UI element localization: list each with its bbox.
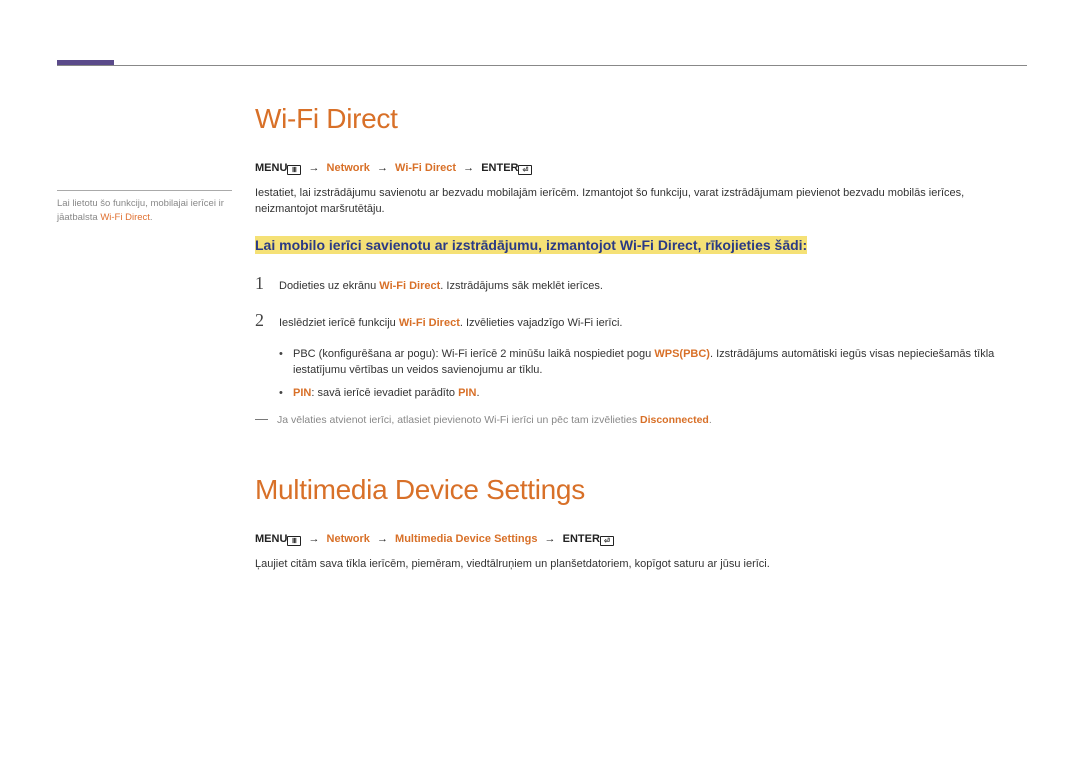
bullet-item-pin: • PIN: savā ierīcē ievadiet parādīto PIN… [279, 385, 1025, 402]
arrow-icon: → [377, 533, 388, 545]
step2-pre: Ieslēdziet ierīcē funkciju [279, 317, 399, 329]
bullet-pbc-text: PBC (konfigurēšana ar pogu): Wi-Fi ierīc… [293, 346, 1025, 379]
nav-path-wifi: MENUⅢ → Network → Wi-Fi Direct → ENTER⏎ [255, 160, 1025, 177]
step2-post: . Izvēlieties vajadzīgo Wi-Fi ierīci. [460, 317, 623, 329]
arrow-icon: → [308, 533, 319, 545]
step-number-1: 1 [255, 270, 279, 297]
bullet-pin-text: PIN: savā ierīcē ievadiet parādīto PIN. [293, 385, 480, 402]
main-content: Wi-Fi Direct MENUⅢ → Network → Wi-Fi Dir… [255, 98, 1025, 588]
footnote: ― Ja vēlaties atvienot ierīci, atlasiet … [255, 409, 1025, 429]
numbered-list: 1 Dodieties uz ekrānu Wi-Fi Direct. Izst… [255, 270, 1025, 334]
page-top-divider [57, 65, 1027, 66]
bullet2-mid: : savā ierīcē ievadiet parādīto [311, 387, 458, 399]
step2-accent: Wi-Fi Direct [399, 317, 460, 329]
nav-wifi-direct: Wi-Fi Direct [395, 162, 456, 174]
enter-icon: ⏎ [600, 536, 614, 546]
menu-icon: Ⅲ [287, 165, 301, 175]
bullet2-post: . [476, 387, 479, 399]
step1-post: . Izstrādājums sāk meklēt ierīces. [440, 280, 603, 292]
list-item: 1 Dodieties uz ekrānu Wi-Fi Direct. Izst… [255, 270, 1025, 297]
bullet2-accent2: PIN [458, 387, 476, 399]
footnote-accent: Disconnected [640, 414, 709, 426]
bullet1-accent: WPS(PBC) [654, 348, 710, 360]
footnote-pre: Ja vēlaties atvienot ierīci, atlasiet pi… [277, 414, 640, 426]
multimedia-body: Ļaujiet citām sava tīkla ierīcēm, piemēr… [255, 556, 1025, 573]
step-number-2: 2 [255, 307, 279, 334]
section-title-wifi: Wi-Fi Direct [255, 98, 1025, 140]
bullet-list: • PBC (konfigurēšana ar pogu): Wi-Fi ier… [279, 346, 1025, 402]
bullet-dot-icon: • [279, 385, 293, 402]
intro-text: Iestatiet, lai izstrādājumu savienotu ar… [255, 185, 1025, 218]
nav-network: Network [327, 162, 370, 174]
arrow-icon: → [463, 162, 474, 174]
footnote-text: Ja vēlaties atvienot ierīci, atlasiet pi… [277, 413, 712, 429]
nav-network: Network [327, 533, 370, 545]
arrow-icon: → [308, 162, 319, 174]
sidebar-note-accent: Wi-Fi Direct [100, 212, 150, 223]
bullet2-accent1: PIN [293, 387, 311, 399]
enter-label: ENTER [481, 162, 518, 174]
section-multimedia: Multimedia Device Settings MENUⅢ → Netwo… [255, 469, 1025, 572]
bullet1-pre: PBC (konfigurēšana ar pogu): Wi-Fi ierīc… [293, 348, 654, 360]
nav-multimedia: Multimedia Device Settings [395, 533, 537, 545]
sidebar-divider [57, 190, 232, 191]
list-item: 2 Ieslēdziet ierīcē funkciju Wi-Fi Direc… [255, 307, 1025, 334]
footnote-post: . [709, 414, 712, 426]
menu-label: MENU [255, 533, 287, 545]
bullet-dot-icon: • [279, 346, 293, 363]
section-title-multimedia: Multimedia Device Settings [255, 469, 1025, 511]
highlight-heading: Lai mobilo ierīci savienotu ar izstrādāj… [255, 236, 807, 254]
step1-pre: Dodieties uz ekrānu [279, 280, 379, 292]
menu-label: MENU [255, 162, 287, 174]
sidebar-note-post: . [150, 212, 153, 223]
nav-path-multimedia: MENUⅢ → Network → Multimedia Device Sett… [255, 531, 1025, 548]
footnote-dash-icon: ― [255, 409, 277, 429]
sidebar-note-block: Lai lietotu šo funkciju, mobilajai ierīc… [57, 190, 232, 226]
step-1-text: Dodieties uz ekrānu Wi-Fi Direct. Izstrā… [279, 278, 603, 295]
sidebar-note: Lai lietotu šo funkciju, mobilajai ierīc… [57, 197, 232, 226]
arrow-icon: → [377, 162, 388, 174]
highlight-heading-wrap: Lai mobilo ierīci savienotu ar izstrādāj… [255, 234, 1025, 256]
step1-accent: Wi-Fi Direct [379, 280, 440, 292]
enter-icon: ⏎ [518, 165, 532, 175]
enter-label: ENTER [563, 533, 600, 545]
bullet-item-pbc: • PBC (konfigurēšana ar pogu): Wi-Fi ier… [279, 346, 1025, 379]
arrow-icon: → [545, 533, 556, 545]
menu-icon: Ⅲ [287, 536, 301, 546]
section-wifi-direct: Wi-Fi Direct MENUⅢ → Network → Wi-Fi Dir… [255, 98, 1025, 429]
step-2-text: Ieslēdziet ierīcē funkciju Wi-Fi Direct.… [279, 315, 622, 332]
